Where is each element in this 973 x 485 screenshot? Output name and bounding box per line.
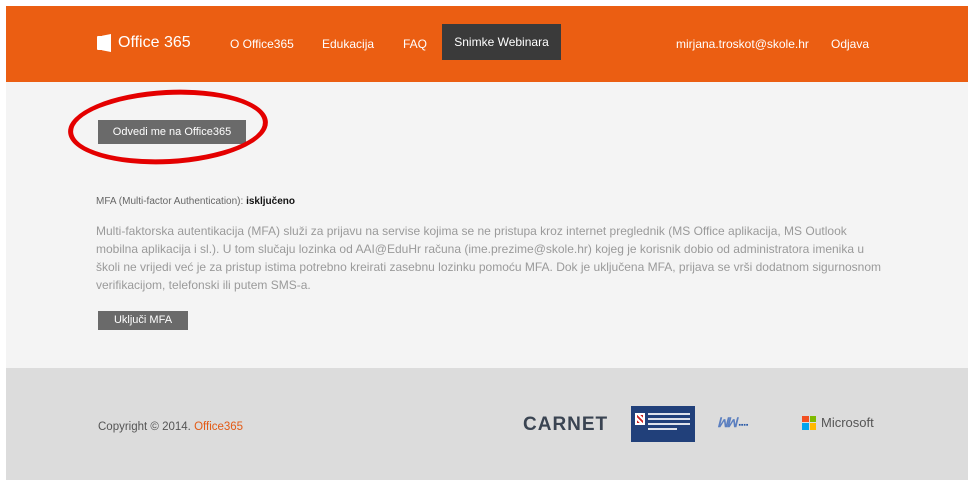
carnet-logo[interactable]: CARNET: [523, 414, 608, 436]
enable-mfa-button[interactable]: Uključi MFA: [98, 311, 188, 330]
croatia-crest-icon: [635, 413, 645, 425]
ministry-logo-lettering: [648, 413, 690, 433]
mfa-label: MFA (Multi-factor Authentication):: [96, 196, 247, 207]
top-navbar: Office 365 O Office365 Edukacija FAQ Sni…: [6, 6, 968, 82]
page-frame: Office 365 O Office365 Edukacija FAQ Sni…: [6, 6, 968, 480]
footer: Copyright © 2014. Office365 CARNET ꟽꟽ ▪▪▪…: [6, 368, 968, 480]
copyright-link[interactable]: Office365: [194, 421, 243, 433]
nav-link-webinars[interactable]: Snimke Webinara: [442, 24, 561, 60]
copyright-text: Copyright © 2014.: [98, 421, 195, 433]
brand-name: Office 365: [118, 34, 191, 51]
mfa-status-line: MFA (Multi-factor Authentication): isklj…: [96, 196, 295, 207]
logout-link[interactable]: Odjava: [831, 37, 869, 51]
nav-link-about[interactable]: O Office365: [230, 37, 294, 51]
highlight-circle: [66, 84, 270, 170]
microsoft-windows-icon: [802, 415, 816, 430]
nav-link-education[interactable]: Edukacija: [322, 37, 374, 51]
mfa-description: Multi-faktorska autentikacija (MFA) služ…: [96, 224, 882, 292]
office-icon: [97, 34, 111, 52]
copyright: Copyright © 2014. Office365: [98, 421, 243, 433]
user-email-link[interactable]: mirjana.troskot@skole.hr: [676, 37, 809, 51]
ministry-logo[interactable]: [631, 406, 695, 442]
brand-logo[interactable]: Office 365: [97, 34, 191, 52]
microsoft-logo[interactable]: Microsoft: [802, 415, 874, 430]
mfa-status-value: isključeno: [246, 196, 295, 207]
nav-link-faq[interactable]: FAQ: [403, 37, 427, 51]
srce-logo[interactable]: ꟽꟽ ▪▪▪▪: [717, 415, 748, 431]
microsoft-text: Microsoft: [821, 415, 874, 430]
